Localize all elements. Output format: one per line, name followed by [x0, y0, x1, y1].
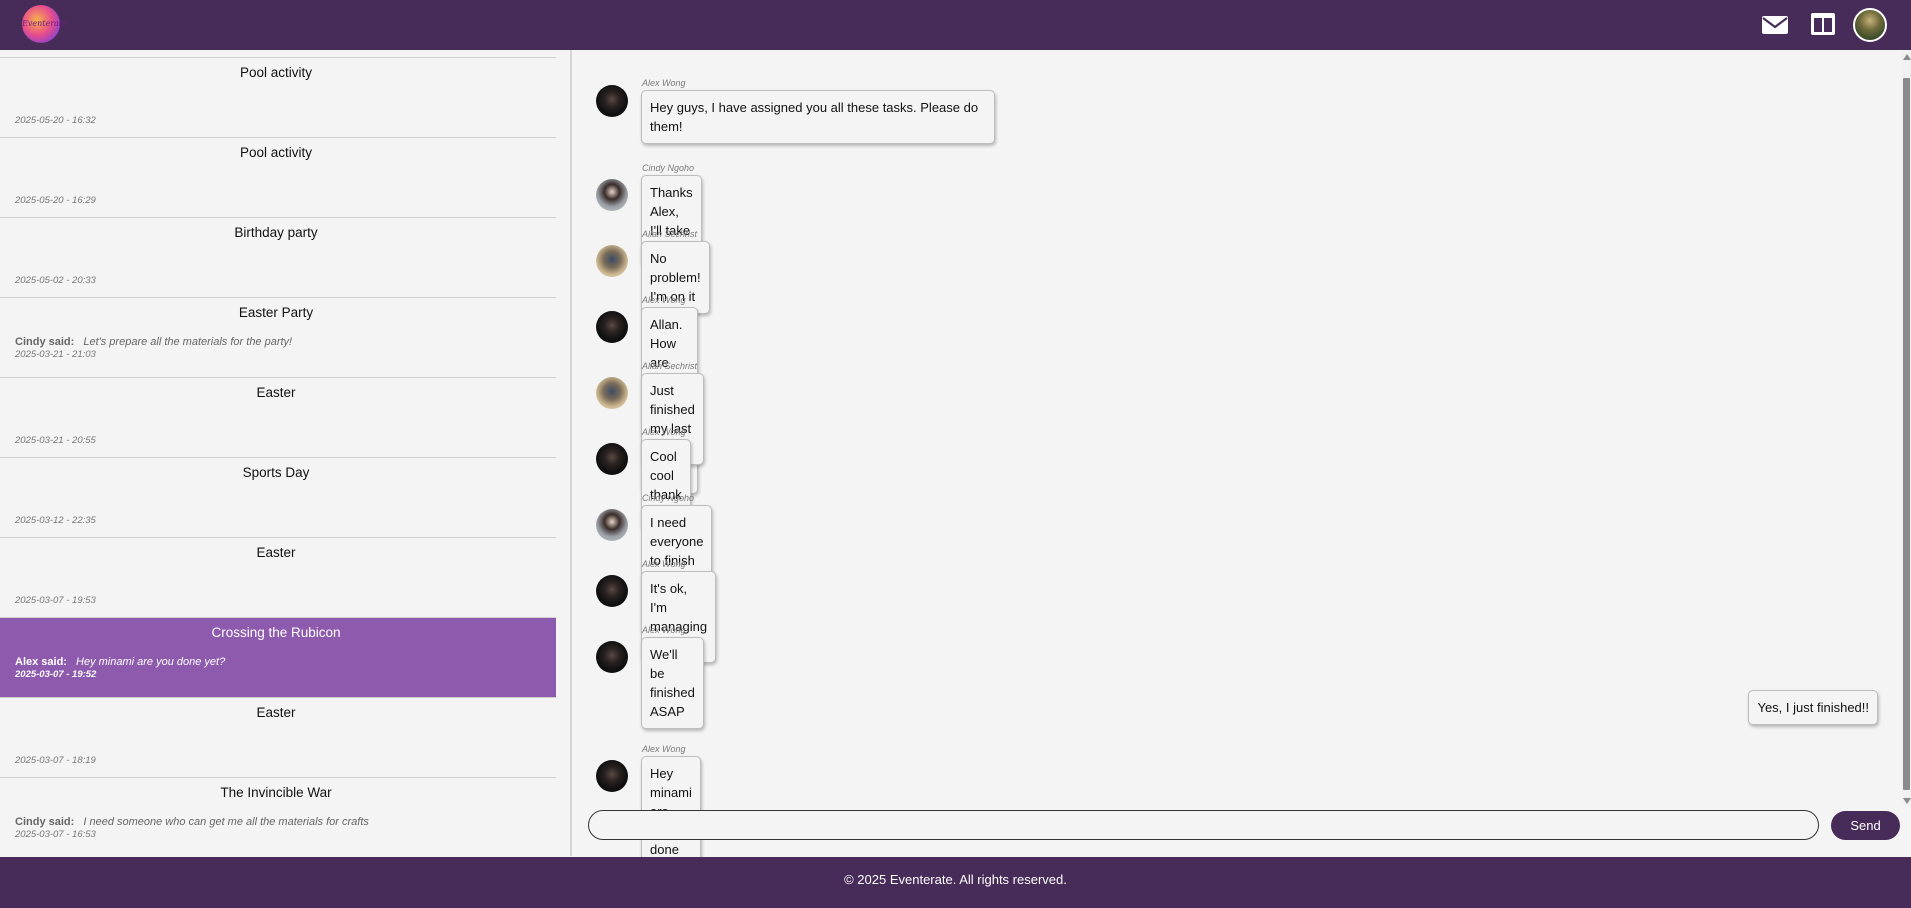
chat-preview-message: I need someone who can get me all the ma…: [83, 816, 369, 828]
message-sender: Alex Wong: [642, 295, 686, 305]
chat-timestamp: 2025-03-07 - 18:19: [15, 755, 96, 766]
sender-avatar: [596, 575, 628, 607]
top-bar: Eventerate: [0, 0, 1911, 50]
message-sender: Alex Wong: [642, 625, 686, 635]
footer-copyright: © 2025 Eventerate. All rights reserved.: [844, 872, 1067, 887]
chat-title: Pool activity: [239, 65, 313, 80]
sender-avatar: [596, 377, 628, 409]
chat-preview-sender: Alex said:: [15, 656, 67, 668]
sender-avatar: [596, 245, 628, 277]
chat-timestamp: 2025-03-07 - 19:52: [15, 669, 97, 680]
conversation-panel: Alex Wong Hey guys, I have assigned you …: [572, 50, 1911, 886]
send-button[interactable]: Send: [1831, 811, 1900, 840]
chat-title: Sports Day: [242, 465, 310, 480]
chat-preview-message: Hey minami are you done yet?: [76, 656, 226, 668]
sender-avatar: [596, 641, 628, 673]
chat-timestamp: 2025-05-20 - 16:32: [15, 115, 96, 126]
logo-text: Eventerate: [22, 19, 67, 28]
sender-avatar: [596, 443, 628, 475]
chat-preview-message: Let's prepare all the materials for the …: [83, 336, 293, 348]
own-message-bubble: Yes, I just finished!!: [1748, 690, 1878, 725]
message-input[interactable]: [588, 810, 1819, 840]
message-sender: Allan Sechrist: [642, 229, 698, 239]
chat-list-item[interactable]: Birthday party 2025-05-02 - 20:33: [0, 218, 556, 298]
chat-list-item[interactable]: Sports Day 2025-03-12 - 22:35: [0, 458, 556, 538]
chat-list-item[interactable]: Easter Party Cindy said: Let's prepare a…: [0, 298, 556, 378]
conversation-scrollbar[interactable]: [1902, 50, 1911, 806]
message-sender: Alex Wong: [642, 559, 686, 569]
chat-list-sidebar: Pool activity 2025-05-20 - 16:32 Pool ac…: [0, 50, 556, 856]
chat-title: Easter: [256, 705, 296, 720]
scroll-up-arrow-icon[interactable]: [1903, 54, 1911, 60]
chat-title: Crossing the Rubicon: [211, 625, 341, 640]
sender-avatar: [596, 311, 628, 343]
message-sender: Cindy Ngoho: [642, 163, 695, 173]
chat-list-item[interactable]: Easter 2025-03-07 - 19:53: [0, 538, 556, 618]
message-bubble: Hey guys, I have assigned you all these …: [641, 90, 995, 144]
scroll-down-arrow-icon[interactable]: [1903, 798, 1911, 804]
chat-list-item[interactable]: Easter 2025-03-07 - 18:19: [0, 698, 556, 778]
chat-preview: Alex said: Hey minami are you done yet?: [15, 656, 225, 668]
chat-list-item[interactable]: The Invincible War Cindy said: I need so…: [0, 778, 556, 856]
chat-preview-sender: Cindy said:: [15, 336, 75, 348]
chat-title: Easter Party: [238, 305, 314, 320]
chat-title: Easter: [256, 545, 296, 560]
chat-title: Pool activity: [239, 145, 313, 160]
chat-list-item-active[interactable]: Crossing the Rubicon Alex said: Hey mina…: [0, 618, 556, 698]
sender-avatar: [596, 179, 628, 211]
chat-list: Pool activity 2025-05-20 - 16:32 Pool ac…: [0, 57, 556, 856]
chat-timestamp: 2025-03-07 - 16:53: [15, 829, 96, 840]
footer: © 2025 Eventerate. All rights reserved.: [0, 857, 1911, 908]
chat-timestamp: 2025-05-20 - 16:29: [15, 195, 96, 206]
chat-title: Easter: [256, 385, 296, 400]
chat-list-item[interactable]: Pool activity 2025-05-20 - 16:32: [0, 58, 556, 138]
conversation-scroll-thumb[interactable]: [1903, 78, 1910, 790]
message-sender: Allan Sechrist: [642, 361, 698, 371]
chat-list-item[interactable]: Easter 2025-03-21 - 20:55: [0, 378, 556, 458]
chat-preview: Cindy said: Let's prepare all the materi…: [15, 336, 292, 348]
chat-preview: Cindy said: I need someone who can get m…: [15, 816, 369, 828]
chat-preview-sender: Cindy said:: [15, 816, 75, 828]
message-sender: Cindy Ngoho: [642, 493, 695, 503]
layout-icon[interactable]: [1808, 10, 1838, 38]
message-sender: Alex Wong: [642, 78, 686, 88]
message-sender: Alex Wong: [642, 744, 686, 754]
sender-avatar: [596, 509, 628, 541]
chat-timestamp: 2025-05-02 - 20:33: [15, 275, 96, 286]
mail-icon[interactable]: [1760, 10, 1790, 38]
own-chat-message: Yes, I just finished!!: [572, 690, 1911, 730]
sender-avatar: [596, 760, 628, 792]
chat-timestamp: 2025-03-07 - 19:53: [15, 595, 96, 606]
chat-timestamp: 2025-03-12 - 22:35: [15, 515, 96, 526]
chat-timestamp: 2025-03-21 - 21:03: [15, 349, 96, 360]
user-avatar[interactable]: [1853, 8, 1887, 42]
app-logo[interactable]: Eventerate: [22, 5, 67, 43]
chat-list-item[interactable]: Pool activity 2025-05-20 - 16:29: [0, 138, 556, 218]
message-sender: Alex Wong: [642, 427, 686, 437]
chat-timestamp: 2025-03-21 - 20:55: [15, 435, 96, 446]
sender-avatar: [596, 85, 628, 117]
chat-title: Birthday party: [234, 225, 318, 240]
chat-title: The Invincible War: [220, 785, 332, 800]
